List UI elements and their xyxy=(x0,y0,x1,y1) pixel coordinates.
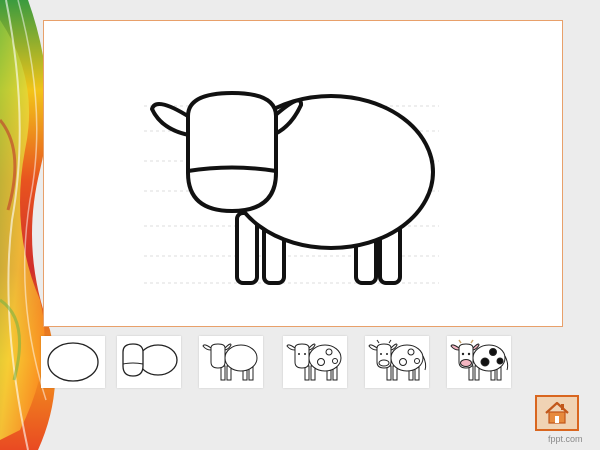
step-thumbnail-5[interactable] xyxy=(365,336,429,388)
step-thumbnail-3[interactable] xyxy=(199,336,263,388)
detailed-cow-sketch-icon xyxy=(368,339,427,381)
colored-cow-icon xyxy=(450,339,509,381)
step-thumbnail-1[interactable] xyxy=(41,336,105,388)
home-icon xyxy=(545,401,569,424)
step-thumbnail-4[interactable] xyxy=(283,336,347,388)
step-thumbnail-6[interactable] xyxy=(447,336,511,388)
cow-outline-sketch-icon xyxy=(202,343,258,381)
footer-brand: fppt.com xyxy=(548,434,583,444)
spotted-cow-sketch-icon xyxy=(286,343,342,381)
main-drawing-frame xyxy=(43,20,563,327)
step-thumbnail-2[interactable] xyxy=(117,336,181,388)
home-button[interactable] xyxy=(535,395,579,431)
head-body-sketch-icon xyxy=(122,343,178,377)
cow-outline-drawing xyxy=(144,91,439,285)
oval-sketch-icon xyxy=(47,342,99,382)
